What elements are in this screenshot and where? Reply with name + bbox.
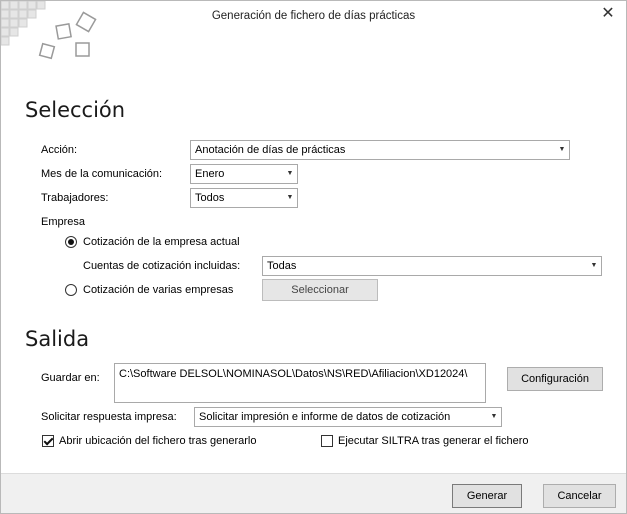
dialog-window: Generación de fichero de días prácticas … bbox=[0, 0, 627, 514]
ejecutar-siltra-checkbox[interactable] bbox=[321, 435, 333, 447]
chevron-down-icon: ▼ bbox=[558, 146, 566, 153]
guardar-label: Guardar en: bbox=[41, 372, 100, 384]
cuentas-select[interactable]: Todas ▼ bbox=[262, 256, 602, 276]
cancelar-button[interactable]: Cancelar bbox=[543, 484, 616, 508]
accion-value: Anotación de días de prácticas bbox=[195, 144, 346, 156]
solicitar-value: Solicitar impresión e informe de datos d… bbox=[199, 411, 451, 423]
accion-label: Acción: bbox=[41, 144, 78, 156]
chevron-down-icon: ▼ bbox=[286, 194, 294, 201]
radio-empresa-actual[interactable] bbox=[65, 236, 77, 248]
radio-empresa-actual-label[interactable]: Cotización de la empresa actual bbox=[83, 236, 240, 248]
mes-label: Mes de la comunicación: bbox=[41, 168, 163, 180]
empresa-label: Empresa bbox=[41, 216, 86, 228]
window-title: Generación de fichero de días prácticas bbox=[211, 10, 416, 22]
radio-varias-empresas-label[interactable]: Cotización de varias empresas bbox=[83, 284, 233, 296]
title-bar: Generación de fichero de días prácticas … bbox=[1, 1, 626, 60]
trabajadores-select[interactable]: Todos ▼ bbox=[190, 188, 298, 208]
salida-title: Salida bbox=[25, 327, 90, 351]
abrir-ubicacion-label[interactable]: Abrir ubicación del fichero tras generar… bbox=[59, 435, 257, 447]
mes-select[interactable]: Enero ▼ bbox=[190, 164, 298, 184]
generar-button[interactable]: Generar bbox=[452, 484, 522, 508]
chevron-down-icon: ▼ bbox=[590, 262, 598, 269]
solicitar-label: Solicitar respuesta impresa: bbox=[41, 411, 177, 423]
chevron-down-icon: ▼ bbox=[286, 170, 294, 177]
trabajadores-value: Todos bbox=[195, 192, 225, 204]
close-icon[interactable]: ✕ bbox=[598, 5, 618, 23]
solicitar-select[interactable]: Solicitar impresión e informe de datos d… bbox=[194, 407, 502, 427]
abrir-ubicacion-checkbox[interactable] bbox=[42, 435, 54, 447]
mes-value: Enero bbox=[195, 168, 225, 180]
radio-varias-empresas[interactable] bbox=[65, 284, 77, 296]
guardar-path-field[interactable]: C:\Software DELSOL\NOMINASOL\Datos\NS\RE… bbox=[114, 363, 486, 403]
cuentas-label: Cuentas de cotización incluidas: bbox=[83, 260, 241, 272]
trabajadores-label: Trabajadores: bbox=[41, 192, 109, 204]
dialog-footer: Generar Cancelar bbox=[1, 473, 626, 513]
seleccionar-button[interactable]: Seleccionar bbox=[262, 279, 378, 301]
configuracion-button[interactable]: Configuración bbox=[507, 367, 603, 391]
ejecutar-siltra-label[interactable]: Ejecutar SILTRA tras generar el fichero bbox=[338, 435, 529, 447]
cuentas-value: Todas bbox=[267, 260, 297, 272]
chevron-down-icon: ▼ bbox=[490, 413, 498, 420]
seleccion-title: Selección bbox=[25, 98, 126, 122]
dialog-content: Selección Acción: Anotación de días de p… bbox=[1, 33, 626, 473]
accion-select[interactable]: Anotación de días de prácticas ▼ bbox=[190, 140, 570, 160]
